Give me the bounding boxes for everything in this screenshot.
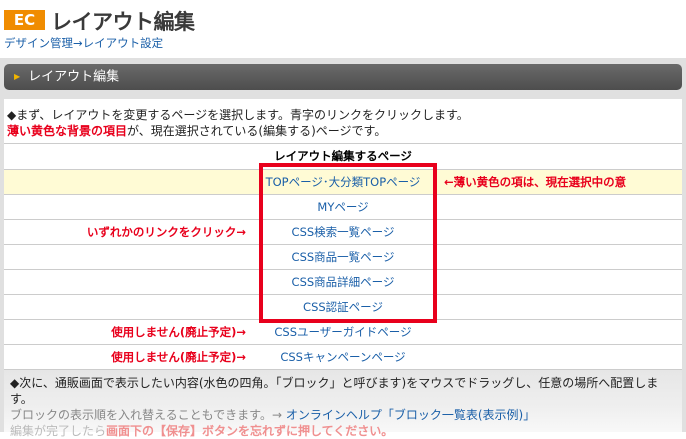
triangle-right-icon: ▶: [14, 72, 21, 81]
selected-note: ←薄い黄色の項は、現在選択中の意: [444, 175, 627, 189]
table-row: 使用しません(廃止予定)→ CSSユーザーガイドページ: [4, 320, 682, 345]
section-header: ▶ レイアウト編集: [4, 64, 682, 90]
help-link[interactable]: オンラインヘルプ「ブロック一覧表(表示例)」: [286, 408, 535, 422]
page-link-css-user-guide[interactable]: CSSユーザーガイドページ: [274, 325, 411, 339]
intro-line-2: 薄い黄色な背景の項目が、現在選択されている(編集する)ページです。: [7, 123, 677, 139]
breadcrumb[interactable]: デザイン管理→レイアウト設定: [4, 35, 163, 51]
footer-text: ◆次に、通販画面で表示したい内容(水色の四角。「ブロック」と呼びます)をマウスで…: [10, 375, 680, 439]
footer-line-2-text: ブロックの表示順を入れ替えることもできます。→: [10, 408, 286, 422]
ec-logo-badge: EC: [4, 10, 45, 30]
page-title: レイアウト編集: [51, 10, 195, 34]
footer-line-3-text: 編集が完了したら: [10, 424, 107, 438]
annotation-highlight-box: [259, 163, 437, 323]
save-warning: 画面下の【保存】ボタンを忘れずに押してください。: [106, 424, 394, 438]
table-row: 使用しません(廃止予定)→ CSSキャンペーンページ: [4, 345, 682, 370]
page-link-css-campaign[interactable]: CSSキャンペーンページ: [280, 350, 405, 364]
footer-line-3: 編集が完了したら画面下の【保存】ボタンを忘れずに押してください。: [10, 423, 680, 439]
intro-line-2-rest: が、現在選択されている(編集する)ページです。: [127, 124, 387, 138]
footer-line-1: ◆次に、通販画面で表示したい内容(水色の四角。「ブロック」と呼びます)をマウスで…: [10, 376, 659, 406]
section-title: レイアウト編集: [28, 69, 120, 85]
header: EC レイアウト編集 デザイン管理→レイアウト設定: [0, 0, 686, 56]
intro-line-1: ◆まず、レイアウトを変更するページを選択します。青字のリンクをクリックします。: [7, 108, 469, 122]
footer-line-2: ブロックの表示順を入れ替えることもできます。→ オンラインヘルプ「ブロック一覧表…: [10, 407, 680, 423]
intro-text: ◆まず、レイアウトを変更するページを選択します。青字のリンクをクリックします。 …: [7, 107, 677, 139]
intro-highlight: 薄い黄色な背景の項目: [7, 124, 128, 138]
